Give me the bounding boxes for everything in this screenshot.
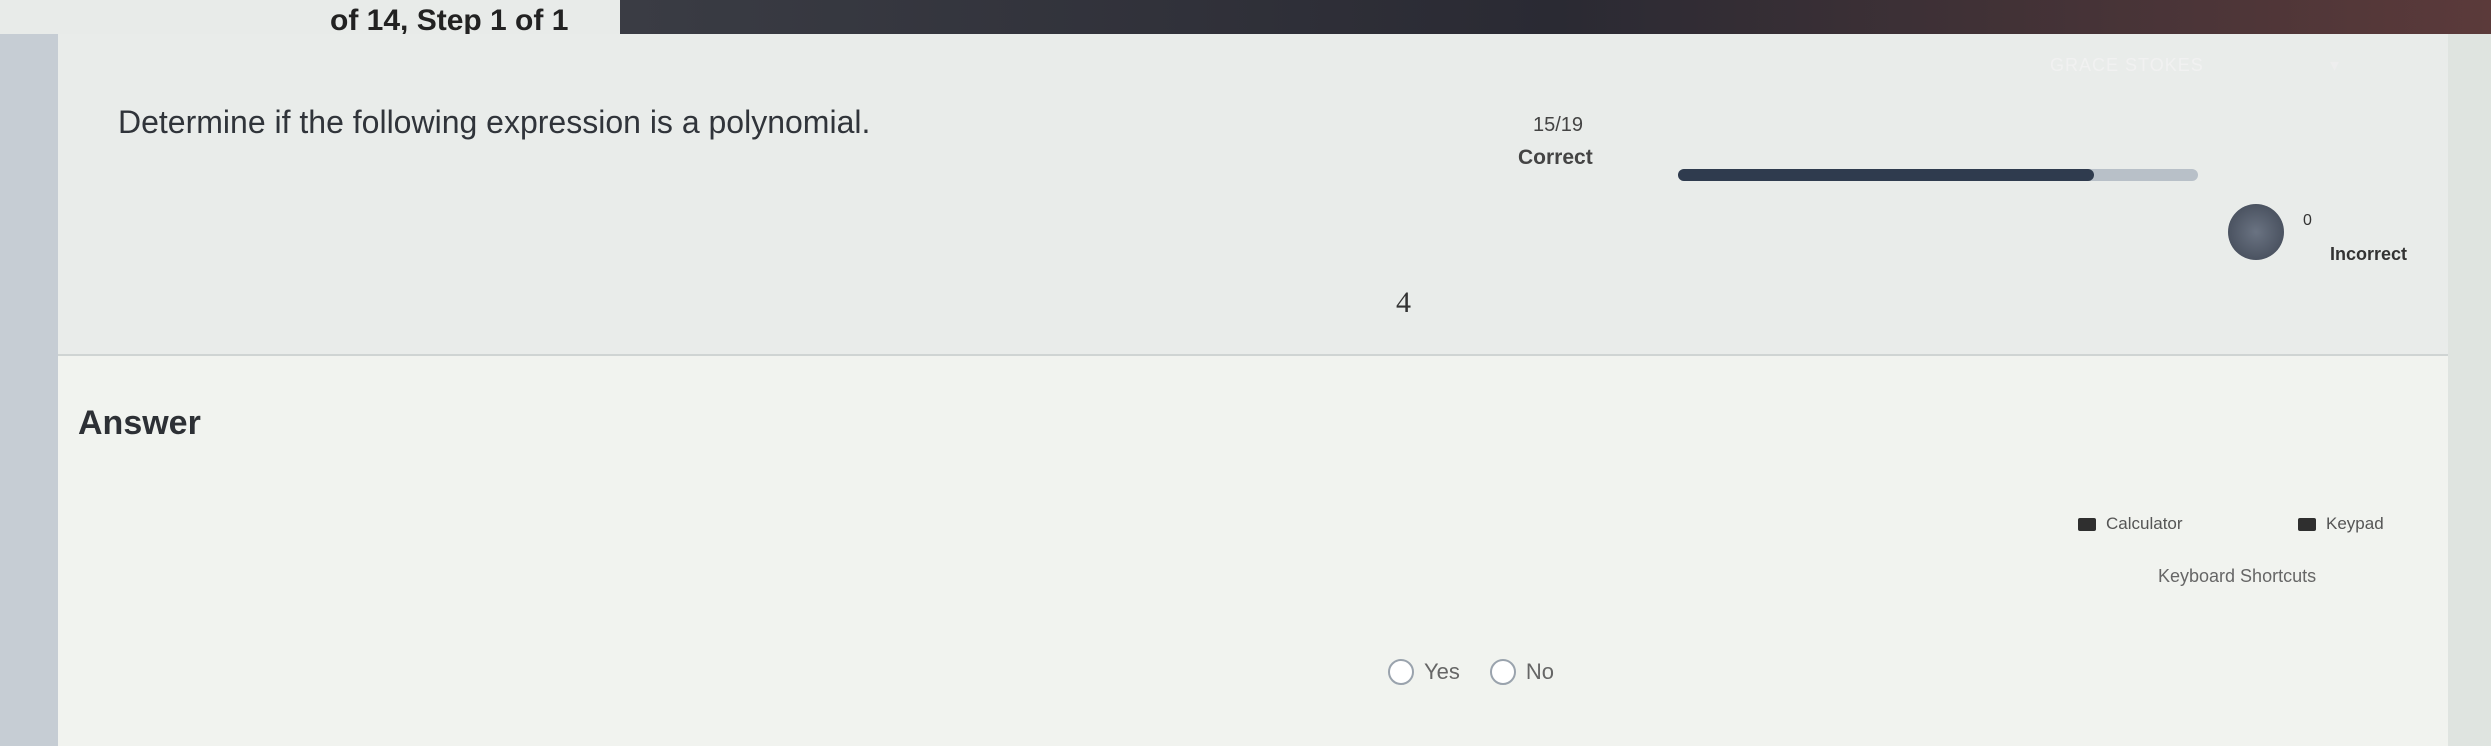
user-name[interactable]: GRACE STOKES (2050, 55, 2204, 76)
radio-yes[interactable] (1388, 659, 1414, 685)
target-icon (2228, 204, 2284, 260)
progress-bar-fill (1678, 169, 2094, 181)
incorrect-count: 0 (2303, 212, 2312, 229)
progress-panel: 15/19 Correct 0 Incorrect (1458, 84, 2418, 284)
main-panel: Determine if the following expression is… (58, 34, 2448, 746)
left-margin (0, 34, 58, 746)
keypad-label: Keypad (2326, 514, 2384, 533)
progress-bar (1678, 169, 2198, 181)
correct-label: Correct (1518, 146, 1593, 169)
choice-no[interactable]: No (1489, 659, 1555, 685)
keypad-button[interactable]: Keypad (2298, 514, 2384, 534)
calculator-label: Calculator (2106, 514, 2183, 533)
score: 15/19 (1533, 114, 1584, 136)
keyboard-shortcuts-link[interactable]: Keyboard Shortcuts (2158, 566, 2316, 587)
choice-yes-label: Yes (1424, 659, 1460, 684)
choice-yes[interactable]: Yes (1388, 659, 1460, 685)
radio-no[interactable] (1489, 659, 1516, 685)
chevron-down-icon[interactable]: ▾ (2330, 55, 2339, 76)
calculator-icon (2078, 517, 2096, 531)
incorrect-label: Incorrect (2330, 244, 2408, 264)
answer-heading: Answer (78, 404, 201, 442)
expression: 4 (1396, 286, 1411, 319)
calculator-button[interactable]: Calculator (2078, 514, 2183, 534)
keyboard-icon (2298, 517, 2316, 531)
answer-choices: Yes No (1388, 659, 1554, 685)
step-indicator: of 14, Step 1 of 1 (330, 4, 569, 37)
question-prompt: Determine if the following expression is… (118, 104, 871, 140)
choice-no-label: No (1525, 659, 1555, 684)
header-dark-strip (620, 0, 2491, 34)
tools-panel: Calculator Keypad Keyboard Shortcuts (2078, 494, 2491, 634)
